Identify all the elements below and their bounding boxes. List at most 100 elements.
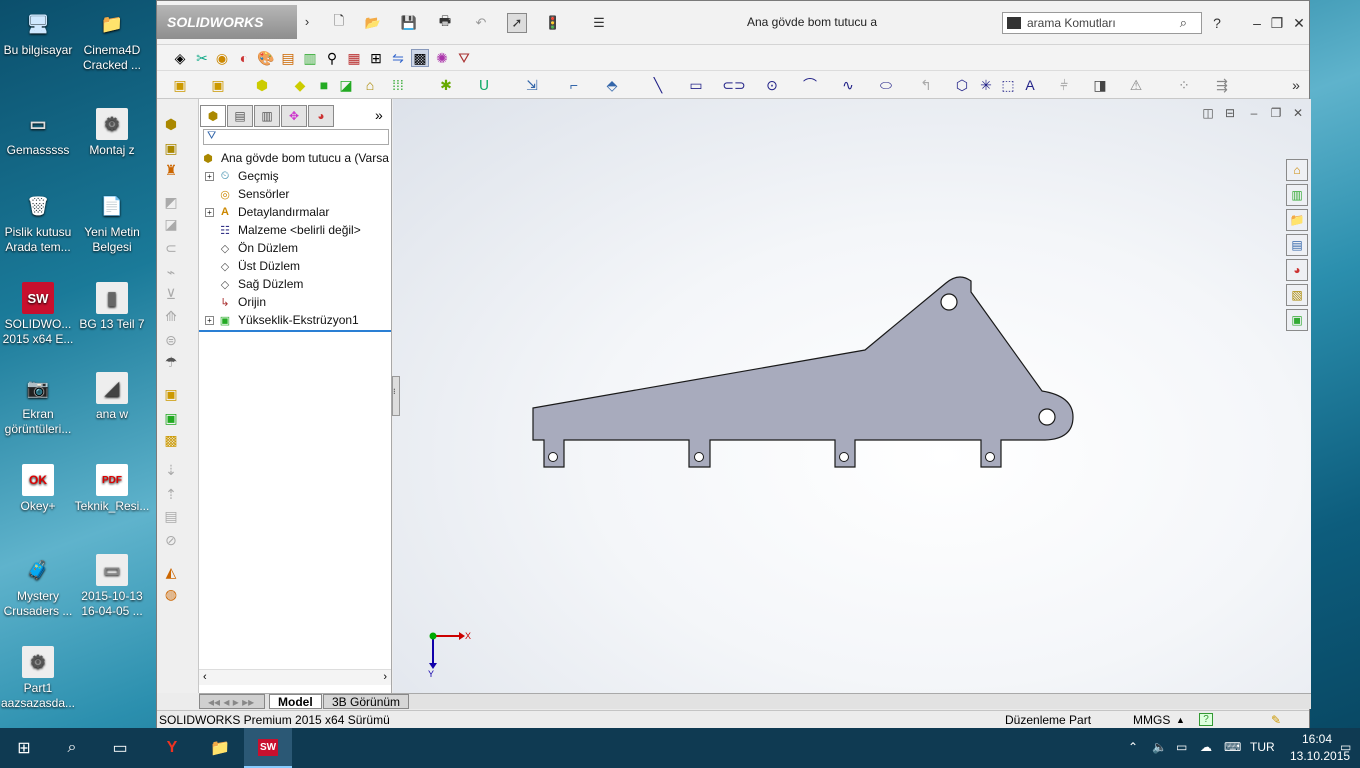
data-migration-icon[interactable]: ⊜	[162, 331, 180, 349]
circle-icon[interactable]: ⊙	[763, 76, 781, 94]
rib-icon[interactable]: ⌂	[361, 76, 379, 94]
desktop-icon-this-pc[interactable]: 🖥 Bu bilgisayar	[0, 8, 76, 58]
add-in-4-icon[interactable]: ⇣	[162, 461, 180, 479]
desktop-icon-ana-w[interactable]: ◢ ana w	[74, 372, 150, 422]
display-manager-tab-icon[interactable]: ◕	[308, 105, 334, 127]
mold-tools-icon[interactable]: ⌁	[162, 263, 180, 281]
search-icon[interactable]: ⌕	[1180, 15, 1187, 31]
undo-icon[interactable]: ↶	[471, 13, 491, 33]
reference-geometry-icon[interactable]: ✱	[437, 76, 455, 94]
scroll-left-icon[interactable]: ‹	[203, 671, 207, 683]
tree-item-front-plane[interactable]: ◇ Ön Düzlem	[218, 239, 298, 257]
desktop-icon-teknik-resim[interactable]: PDF Teknik_Resi...	[74, 464, 150, 514]
solidworks-resources-icon[interactable]: ⌂	[1286, 159, 1308, 181]
logo-menu-arrow-icon[interactable]: ›	[297, 11, 317, 31]
desktop-icon-recycle-bin[interactable]: 🗑 Pislik kutusu Arada tem...	[0, 190, 76, 255]
add-in-9-icon[interactable]: ◍	[162, 585, 180, 603]
save-icon[interactable]: 💾	[399, 13, 419, 33]
volume-icon[interactable]: 🔈	[1152, 740, 1167, 754]
fillet-icon[interactable]: ⬢	[253, 76, 271, 94]
tree-filter-input[interactable]: ⛛	[203, 129, 389, 145]
tab-scroll-arrows[interactable]: ◂◂ ◂ ▸ ▸▸	[199, 694, 265, 709]
measure-icon[interactable]: ⚲	[323, 49, 341, 67]
tree-item-annotations[interactable]: + A Detaylandırmalar	[205, 203, 329, 221]
tree-item-origin[interactable]: ↳ Orijin	[218, 293, 266, 311]
plane-icon[interactable]: ⬚	[999, 76, 1017, 94]
pattern-entities-icon[interactable]: ⁘	[1175, 76, 1193, 94]
features-icon[interactable]: ⬢	[162, 115, 180, 133]
desktop-icon-montaj[interactable]: ⚙ Montaj z	[74, 108, 150, 158]
network-icon[interactable]: ▭	[1176, 740, 1187, 754]
chamfer-icon[interactable]: ◆	[291, 76, 309, 94]
tab-model[interactable]: Model	[269, 694, 322, 709]
color-options-icon[interactable]: ✺	[433, 49, 451, 67]
edit-appearance-icon[interactable]: 🎨	[257, 49, 275, 67]
ellipse-icon[interactable]: ⬭	[877, 76, 895, 94]
add-in-8-icon[interactable]: ◭	[162, 563, 180, 581]
desktop-icon-part1[interactable]: ⚙ Part1 aazsazasda...	[0, 646, 76, 711]
tab-hole[interactable]	[548, 452, 558, 462]
file-explorer-icon[interactable]: 📁	[1286, 209, 1308, 231]
expand-plus-icon[interactable]: +	[205, 207, 214, 217]
render-tools-icon[interactable]: ☂	[162, 353, 180, 371]
text-icon[interactable]: A	[1021, 76, 1039, 94]
yandex-browser-icon[interactable]: Y	[148, 728, 196, 768]
revolve-icon[interactable]: ▣	[209, 76, 227, 94]
instant3d-icon[interactable]: ⇲	[523, 76, 541, 94]
desktop-icon-solidworks[interactable]: SW SOLIDWO... 2015 x64 E...	[0, 282, 76, 347]
input-language[interactable]: TUR	[1250, 740, 1275, 754]
mirror-icon[interactable]: ⇋	[389, 49, 407, 67]
graphics-area[interactable]: ◫ ⊟ – ❐ ✕ X Y	[393, 99, 1311, 693]
filter-icon[interactable]: ⛛	[455, 49, 473, 67]
search-icon[interactable]: ⌕	[48, 728, 96, 768]
tree-item-sensors[interactable]: ◎ Sensörler	[218, 185, 289, 203]
draft-icon[interactable]: ◪	[337, 76, 355, 94]
tab-hole[interactable]	[694, 452, 704, 462]
sketch-tab-icon[interactable]: ▣	[162, 139, 180, 157]
shell-icon[interactable]: ■	[315, 76, 333, 94]
clock-time[interactable]: 16:04	[1302, 732, 1332, 746]
convert-entities-icon[interactable]: ◨	[1091, 76, 1109, 94]
view-orientation-icon[interactable]: ◈	[171, 49, 189, 67]
extrude-boss-icon[interactable]: ▣	[171, 76, 189, 94]
scroll-right-icon[interactable]: ›	[383, 671, 387, 683]
tray-chevron-icon[interactable]: ⌃	[1128, 740, 1138, 754]
arc-icon[interactable]: ⌒	[801, 76, 819, 94]
notifications-icon[interactable]: ▭	[1340, 740, 1351, 754]
configuration-manager-tab-icon[interactable]: ▥	[254, 105, 280, 127]
search-commands-input[interactable]: arama Komutları ⌕	[1002, 12, 1202, 34]
slot-icon[interactable]: ⊂⊃	[722, 76, 745, 94]
add-in-7-icon[interactable]: ⊘	[162, 531, 180, 549]
select-pointer-icon[interactable]: ➚	[507, 13, 527, 33]
view-palette-icon[interactable]: ▤	[1286, 234, 1308, 256]
dimxpert-icon[interactable]: ◩	[162, 193, 180, 211]
desktop-icon-screenshot-file[interactable]: ▭ 2015-10-13 16-04-05 ...	[74, 554, 150, 619]
design-library-icon[interactable]: ▥	[1286, 184, 1308, 206]
rollback-bar[interactable]	[199, 330, 391, 332]
mounting-hole[interactable]	[1038, 408, 1056, 426]
tree-item-material[interactable]: ☷ Malzeme <belirli değil>	[218, 221, 361, 239]
restore-button[interactable]: ❐	[1267, 13, 1287, 33]
expand-plus-icon[interactable]: +	[205, 315, 214, 325]
mirror-entities-icon[interactable]: ⚠	[1127, 76, 1145, 94]
view-settings-icon[interactable]: ▥	[301, 49, 319, 67]
surfaces-icon[interactable]: ⊻	[162, 285, 180, 303]
tree-root-part[interactable]: ⬢ Ana gövde bom tutucu a (Varsa	[201, 149, 389, 167]
desktop-icon-bg13[interactable]: ▮ BG 13 Teil 7	[74, 282, 150, 332]
desktop-icon-okey[interactable]: OK Okey+	[0, 464, 76, 514]
apply-scene-icon[interactable]: ▤	[279, 49, 297, 67]
solidworks-forum-icon[interactable]: ▣	[1286, 309, 1308, 331]
desktop-icon-screenshots[interactable]: 📷 Ekran görüntüleri...	[0, 372, 76, 437]
solidworks-taskbar-icon[interactable]: SW	[244, 728, 292, 768]
dimxpert-manager-tab-icon[interactable]: ✥	[281, 105, 307, 127]
help-button[interactable]: ?	[1207, 13, 1227, 33]
tree-item-right-plane[interactable]: ◇ Sağ Düzlem	[218, 275, 304, 293]
task-view-icon[interactable]: ▭	[96, 728, 144, 768]
custom-properties-icon[interactable]: ▧	[1286, 284, 1308, 306]
rebuild-traffic-light-icon[interactable]: 🚦	[543, 13, 563, 33]
expand-plus-icon[interactable]: +	[205, 171, 214, 181]
direct-edit-icon[interactable]: ⟰	[162, 307, 180, 325]
tab-hole[interactable]	[985, 452, 995, 462]
add-in-2-icon[interactable]: ▣	[162, 409, 180, 427]
appearances-icon[interactable]: ◕	[1286, 259, 1308, 281]
